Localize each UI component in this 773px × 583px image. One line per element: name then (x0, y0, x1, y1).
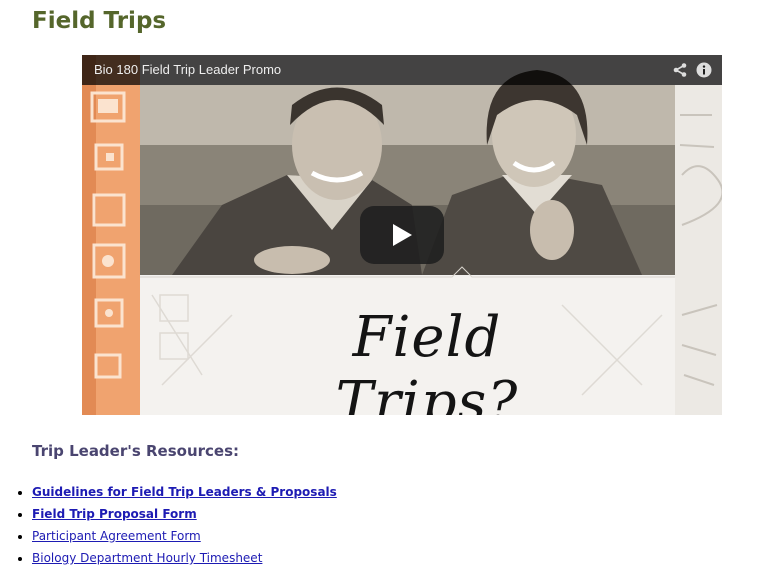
play-button[interactable] (360, 206, 444, 264)
proposal-form-link[interactable]: Field Trip Proposal Form (32, 507, 197, 521)
list-item: Participant Agreement Form (32, 528, 337, 550)
video-player[interactable]: Field Trips? Bio 180 Field Trip Leader P… (82, 55, 722, 415)
list-item: Guidelines for Field Trip Leaders & Prop… (32, 484, 337, 506)
resource-list: Guidelines for Field Trip Leaders & Prop… (0, 484, 337, 572)
video-title[interactable]: Bio 180 Field Trip Leader Promo (94, 62, 281, 77)
page-title: Field Trips (32, 8, 167, 34)
timesheet-link[interactable]: Biology Department Hourly Timesheet (32, 551, 262, 565)
participant-agreement-link[interactable]: Participant Agreement Form (32, 529, 201, 543)
list-item: Biology Department Hourly Timesheet (32, 550, 337, 572)
video-overlay-text: Field Trips? (335, 305, 519, 415)
resources-heading: Trip Leader's Resources: (32, 442, 240, 460)
list-item: Field Trip Proposal Form (32, 506, 337, 528)
share-icon[interactable] (672, 62, 688, 78)
guidelines-link[interactable]: Guidelines for Field Trip Leaders & Prop… (32, 485, 337, 499)
info-icon[interactable] (696, 62, 712, 78)
